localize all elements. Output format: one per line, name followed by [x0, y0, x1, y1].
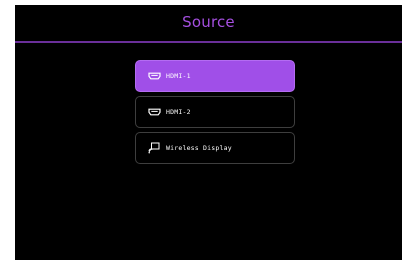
source-list: HDMI-1 HDMI-2 Wireless Display — [135, 60, 295, 168]
wireless-display-icon — [147, 141, 161, 155]
source-label: HDMI-1 — [166, 72, 191, 80]
source-label: Wireless Display — [166, 144, 232, 152]
source-item-wireless-display[interactable]: Wireless Display — [135, 132, 295, 164]
source-menu-screen: Source HDMI-1 HDMI-2 Wireless Display — [15, 5, 402, 260]
source-label: HDMI-2 — [166, 108, 191, 116]
page-title: Source — [182, 13, 235, 31]
title-divider — [15, 41, 402, 43]
hdmi-icon — [147, 105, 161, 119]
hdmi-icon — [147, 69, 161, 83]
source-item-hdmi-1[interactable]: HDMI-1 — [135, 60, 295, 92]
source-item-hdmi-2[interactable]: HDMI-2 — [135, 96, 295, 128]
